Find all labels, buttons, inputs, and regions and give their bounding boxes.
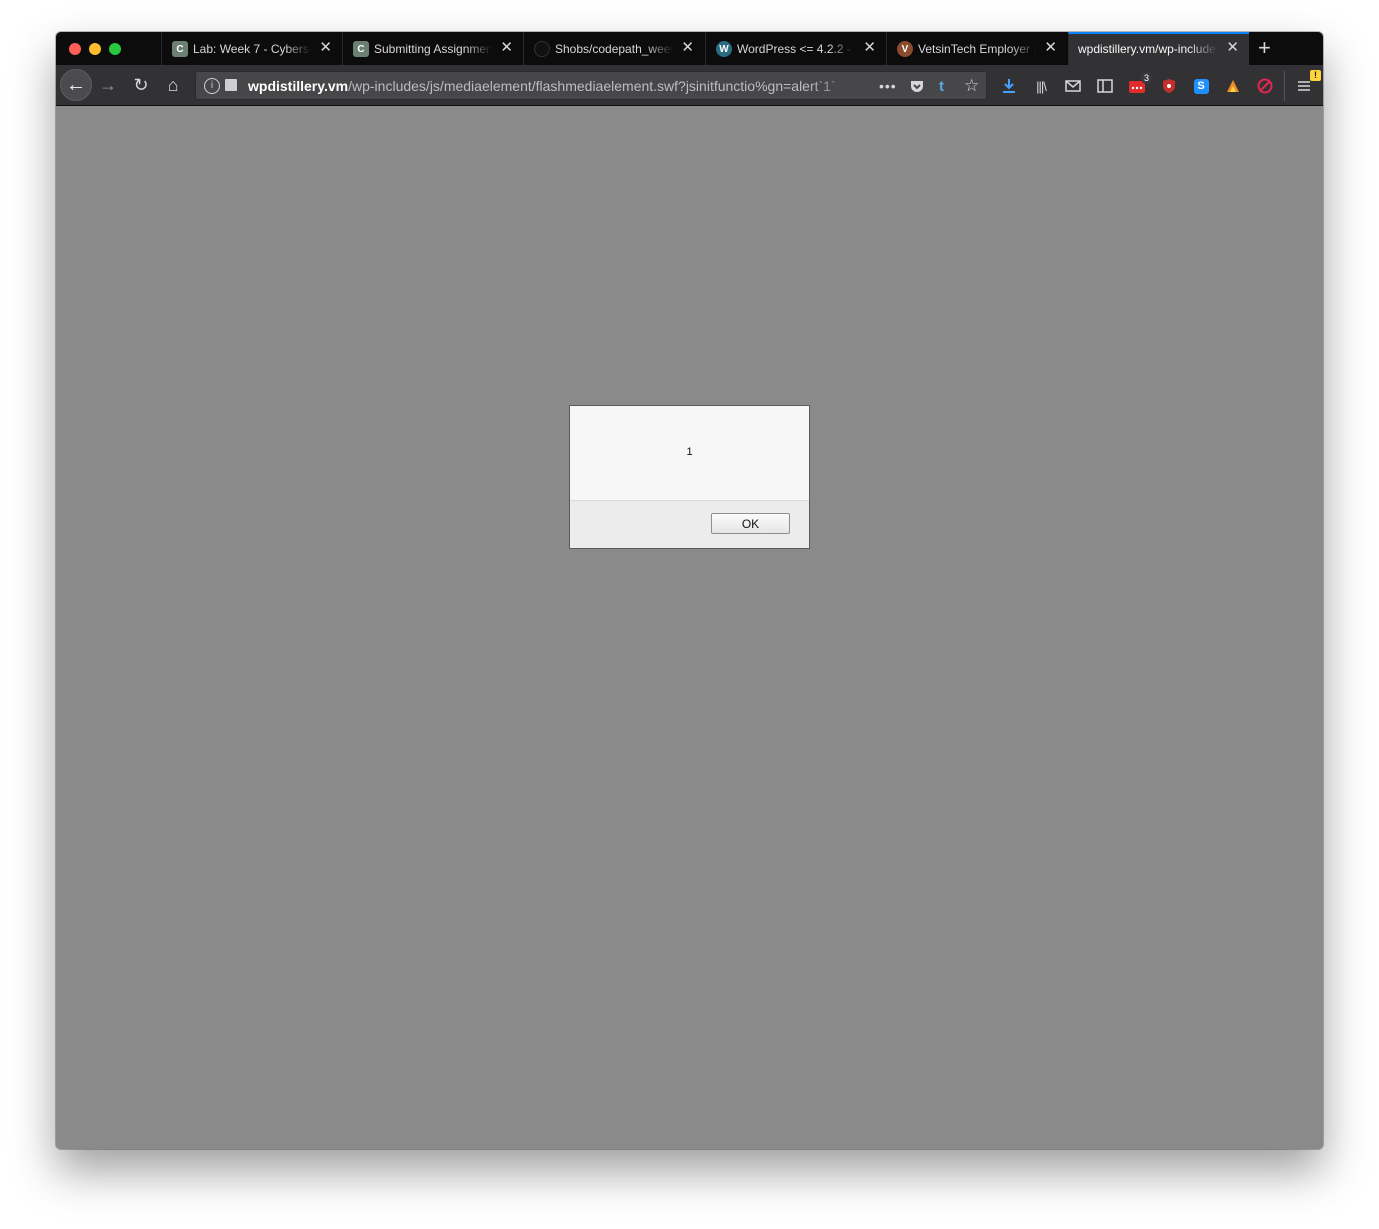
foxyproxy-icon[interactable] — [1222, 75, 1244, 97]
menu-badge: ! — [1310, 70, 1321, 81]
tab-strip: C Lab: Week 7 - Cybersecurity ✕ C Submit… — [56, 32, 1323, 65]
close-icon[interactable]: ✕ — [863, 39, 876, 57]
back-button[interactable]: ← — [60, 69, 92, 101]
extension-icon[interactable]: 3 — [1126, 72, 1152, 97]
wpvulndb-icon: W — [716, 41, 732, 57]
tab-wpvulndb[interactable]: W WordPress <= 4.2.2 - Authenticated ✕ — [705, 32, 886, 65]
forward-button[interactable]: → — [94, 72, 122, 98]
url-bar[interactable]: i wpdistillery.vm/wp-includes/js/mediael… — [195, 71, 987, 100]
url-host: wpdistillery.vm — [248, 78, 349, 94]
codepath-icon: C — [353, 41, 369, 57]
alert-footer: OK — [570, 501, 809, 548]
bookmark-star-icon[interactable]: ☆ — [964, 76, 979, 96]
reload-button[interactable]: ↻ — [127, 72, 155, 98]
alert-message-area: 1 — [570, 406, 809, 501]
github-icon — [534, 41, 550, 57]
menu-icon[interactable]: ! — [1293, 70, 1321, 97]
tab-submitting-assignments[interactable]: C Submitting Assignments ✕ — [342, 32, 523, 65]
close-icon[interactable]: ✕ — [1044, 39, 1057, 57]
pocket-icon[interactable] — [909, 76, 925, 96]
tab-lab-week7[interactable]: C Lab: Week 7 - Cybersecurity ✕ — [161, 32, 342, 65]
codepath-icon: C — [172, 41, 188, 57]
toolbar-separator — [1284, 71, 1285, 101]
tab-title: Lab: Week 7 - Cybersecurity — [193, 42, 311, 56]
sidebar-icon[interactable] — [1094, 75, 1116, 97]
home-button[interactable]: ⌂ — [159, 72, 187, 98]
ok-button[interactable]: OK — [711, 513, 790, 534]
tab-title: VetsinTech Employer Match — [918, 42, 1036, 56]
window-close-button[interactable] — [69, 43, 81, 55]
skype-icon[interactable]: S — [1190, 75, 1212, 97]
page-actions-icon[interactable]: ••• — [879, 76, 897, 96]
page-icon — [225, 79, 237, 91]
tab-github-repo[interactable]: Shobs/codepath_week7 ✕ — [523, 32, 704, 65]
new-tab-button[interactable]: + — [1258, 36, 1271, 60]
page-content: 1 OK — [56, 106, 1323, 1149]
close-icon[interactable]: ✕ — [1226, 39, 1239, 57]
url-text[interactable]: wpdistillery.vm/wp-includes/js/mediaelem… — [248, 78, 868, 94]
window-zoom-button[interactable] — [109, 43, 121, 55]
extension-badge: 3 — [1140, 72, 1152, 84]
close-icon[interactable]: ✕ — [500, 39, 513, 57]
tab-title: Shobs/codepath_week7 — [555, 42, 673, 56]
tab-vetsintech[interactable]: V VetsinTech Employer Match ✕ — [886, 32, 1067, 65]
browser-window: C Lab: Week 7 - Cybersecurity ✕ C Submit… — [56, 32, 1323, 1149]
info-icon[interactable]: i — [204, 78, 220, 94]
close-icon[interactable]: ✕ — [681, 39, 694, 57]
tab-title: Submitting Assignments — [374, 42, 492, 56]
tab-wpdistillery-active[interactable]: wpdistillery.vm/wp-includes/js/mediaelem… — [1068, 32, 1249, 65]
alert-message: 1 — [686, 446, 693, 458]
tab-title: wpdistillery.vm/wp-includes/js/mediaelem… — [1078, 42, 1218, 56]
noscript-icon[interactable] — [1254, 75, 1276, 97]
library-icon[interactable]: |||\ — [1030, 75, 1052, 97]
tumblr-icon[interactable]: t — [939, 76, 944, 96]
close-icon[interactable]: ✕ — [319, 39, 332, 57]
window-minimize-button[interactable] — [89, 43, 101, 55]
tab-title: WordPress <= 4.2.2 - Authenticated — [737, 42, 855, 56]
vetsintech-icon: V — [897, 41, 913, 57]
alert-dialog: 1 OK — [569, 405, 810, 549]
url-path: /wp-includes/js/mediaelement/flashmediae… — [348, 78, 836, 94]
navigation-toolbar: ← → ↻ ⌂ i wpdistillery.vm/wp-includes/js… — [56, 65, 1323, 106]
downloads-icon[interactable] — [998, 75, 1020, 97]
mail-icon[interactable] — [1062, 75, 1084, 97]
ublock-icon[interactable] — [1158, 75, 1180, 97]
